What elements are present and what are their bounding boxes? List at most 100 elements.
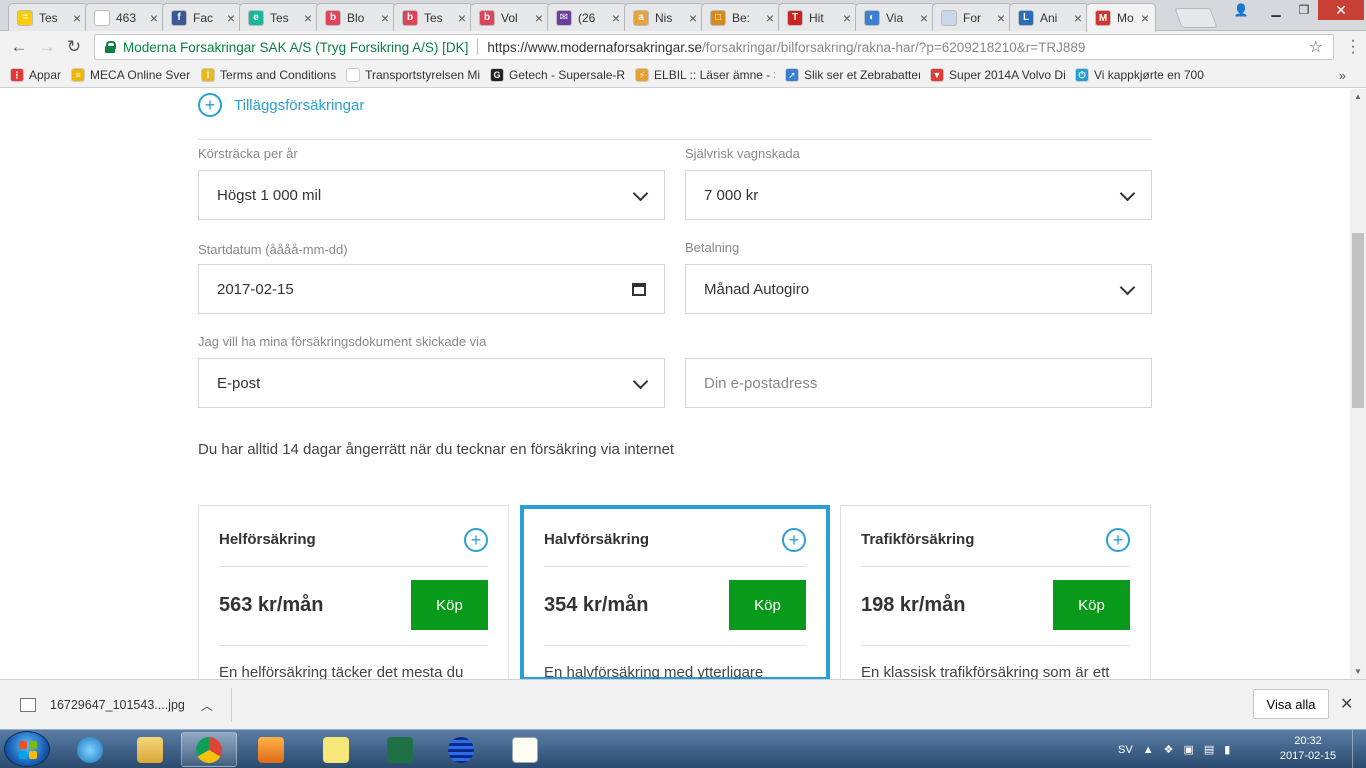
tab-close-icon[interactable]: × [1141,10,1149,26]
buy-button[interactable]: Köp [1053,580,1130,630]
new-tab-button[interactable] [1174,8,1218,28]
browser-tab[interactable]: M Mo × [1086,3,1156,32]
download-item[interactable]: 16729647_101543....jpg ︿ [10,688,232,722]
buy-button[interactable]: Köp [729,580,806,630]
bookmark-item[interactable]: ▼ Super 2014A Volvo Di [930,68,1065,82]
tab-close-icon[interactable]: × [150,10,158,26]
browser-tab[interactable]: □ Be: × [701,3,781,31]
payment-select[interactable]: Månad Autogiro [685,264,1152,314]
tab-close-icon[interactable]: × [535,10,543,26]
tab-favicon-icon [94,9,110,26]
browser-tab[interactable]: 463 × [85,3,165,31]
addon-insurance-toggle[interactable]: + Tilläggsförsäkringar [198,93,364,117]
bookmark-item[interactable]: ≡ MECA Online Sverige [71,68,191,82]
close-window-icon[interactable]: ✕ [1318,0,1364,20]
bookmark-item[interactable]: Transportstyrelsen Mi [346,68,480,82]
user-icon[interactable]: 👤 [1228,0,1254,20]
browser-tab[interactable]: ✉ (26 × [547,3,627,31]
bookmark-item[interactable]: ⏻ Vi kappkjørte en 700- [1075,68,1205,82]
tab-close-icon[interactable]: × [920,10,928,26]
taskbar-app[interactable] [433,732,489,767]
scroll-up-icon[interactable]: ▲ [1354,92,1362,101]
tray-expand-icon[interactable]: ▲ [1143,744,1154,756]
expand-plus-icon[interactable]: + [782,528,806,552]
tab-close-icon[interactable]: × [689,10,697,26]
language-indicator[interactable]: SV [1118,744,1133,756]
start-button[interactable] [4,731,50,767]
mileage-select[interactable]: Högst 1 000 mil [198,170,665,220]
taskbar-media[interactable] [243,732,299,767]
minimize-icon[interactable]: ▁ [1262,0,1290,20]
page-scrollbar[interactable]: ▲ ▼ [1350,89,1366,679]
taskbar-explorer[interactable] [122,732,178,767]
expand-plus-icon[interactable]: + [464,528,488,552]
address-bar[interactable]: Moderna Forsakringar SAK A/S (Tryg Forsi… [94,34,1334,60]
taskbar-notepad[interactable] [497,732,553,767]
browser-tab[interactable]: e Tes × [239,3,319,31]
browser-tab[interactable]: a Nis × [624,3,704,31]
tab-close-icon[interactable]: × [843,10,851,26]
tab-title: Ani [1040,10,1058,25]
tab-close-icon[interactable]: × [381,10,389,26]
reload-icon[interactable]: ↻ [63,37,85,57]
browser-tab[interactable]: b Tes × [393,3,473,31]
bookmark-item[interactable]: G Getech - Supersale-RE [490,68,625,82]
chevron-up-icon[interactable]: ︿ [201,697,213,714]
browser-tab[interactable]: L Ani × [1009,3,1089,31]
browser-tab[interactable]: f Fac × [162,3,242,31]
bookmark-label: ELBIL :: Läser ämne - S [654,68,776,82]
close-download-bar-icon[interactable]: ✕ [1340,694,1353,714]
tab-strip: 👤 ▁ ❐ ✕ = Tes × 463 × f Fac × e Tes × b Blo × b Tes × b Vo… [0,0,1366,32]
browser-tab[interactable]: T Hit × [778,3,858,31]
download-bar: 16729647_101543....jpg ︿ Visa alla ✕ [0,679,1366,729]
taskbar-excel[interactable] [372,732,428,767]
bookmark-item[interactable]: ➚ Slik ser et Zebrabatter [785,68,920,82]
folder-icon [137,736,163,763]
bookmark-item[interactable]: ⋮ Appar [10,68,61,82]
expand-plus-icon[interactable]: + [1106,528,1130,552]
taskbar-sticky-notes[interactable] [308,732,364,767]
scroll-down-icon[interactable]: ▼ [1354,667,1362,676]
tab-close-icon[interactable]: × [73,10,81,26]
signal-icon[interactable]: ▮ [1224,743,1230,756]
browser-tab[interactable]: ◐ Via × [855,3,935,31]
bookmark-item[interactable]: ⚡ ELBIL :: Läser ämne - S [635,68,775,82]
browser-tab[interactable]: b Vol × [470,3,550,31]
tab-title: Nis [655,10,673,25]
tab-close-icon[interactable]: × [612,10,620,26]
show-all-downloads-button[interactable]: Visa alla [1253,689,1329,719]
tab-close-icon[interactable]: × [1074,10,1082,26]
bookmarks-overflow-icon[interactable]: » [1339,68,1346,83]
calendar-icon[interactable] [632,283,646,296]
tab-close-icon[interactable]: × [997,10,1005,26]
bookmark-item[interactable]: I Terms and Conditions [201,68,336,82]
taskbar-chrome[interactable] [181,732,237,767]
back-icon[interactable]: ← [8,37,30,57]
tray-device-icon[interactable]: ▣ [1183,743,1193,756]
email-input[interactable]: Din e-postadress [685,358,1152,408]
forward-icon[interactable]: → [36,37,58,57]
insurance-card-full: Helförsäkring + 563 kr/mån Köp En helför… [198,505,509,679]
tab-title: Via [886,10,904,25]
document-icon [512,736,538,763]
browser-tab[interactable]: For × [932,3,1012,31]
tab-close-icon[interactable]: × [766,10,774,26]
buy-button[interactable]: Köp [411,580,488,630]
maximize-icon[interactable]: ❐ [1290,0,1318,20]
browser-tab[interactable]: = Tes × [8,3,88,31]
tab-close-icon[interactable]: × [227,10,235,26]
documents-select[interactable]: E-post [198,358,665,408]
bookmark-star-icon[interactable]: ☆ [1309,37,1323,57]
browser-tab[interactable]: b Blo × [316,3,396,31]
scroll-thumb[interactable] [1352,233,1364,408]
chrome-menu-icon[interactable]: · · · [1346,33,1360,61]
start-date-input[interactable]: 2017-02-15 [198,264,665,314]
network-icon[interactable]: ▤ [1204,743,1214,756]
show-desktop-button[interactable] [1352,730,1366,768]
taskbar-ie[interactable] [62,732,118,767]
deductible-select[interactable]: 7 000 kr [685,170,1152,220]
tab-close-icon[interactable]: × [304,10,312,26]
tray-app-icon[interactable]: ❖ [1164,743,1174,756]
taskbar-clock[interactable]: 20:32 2017-02-15 [1278,734,1338,764]
tab-close-icon[interactable]: × [458,10,466,26]
